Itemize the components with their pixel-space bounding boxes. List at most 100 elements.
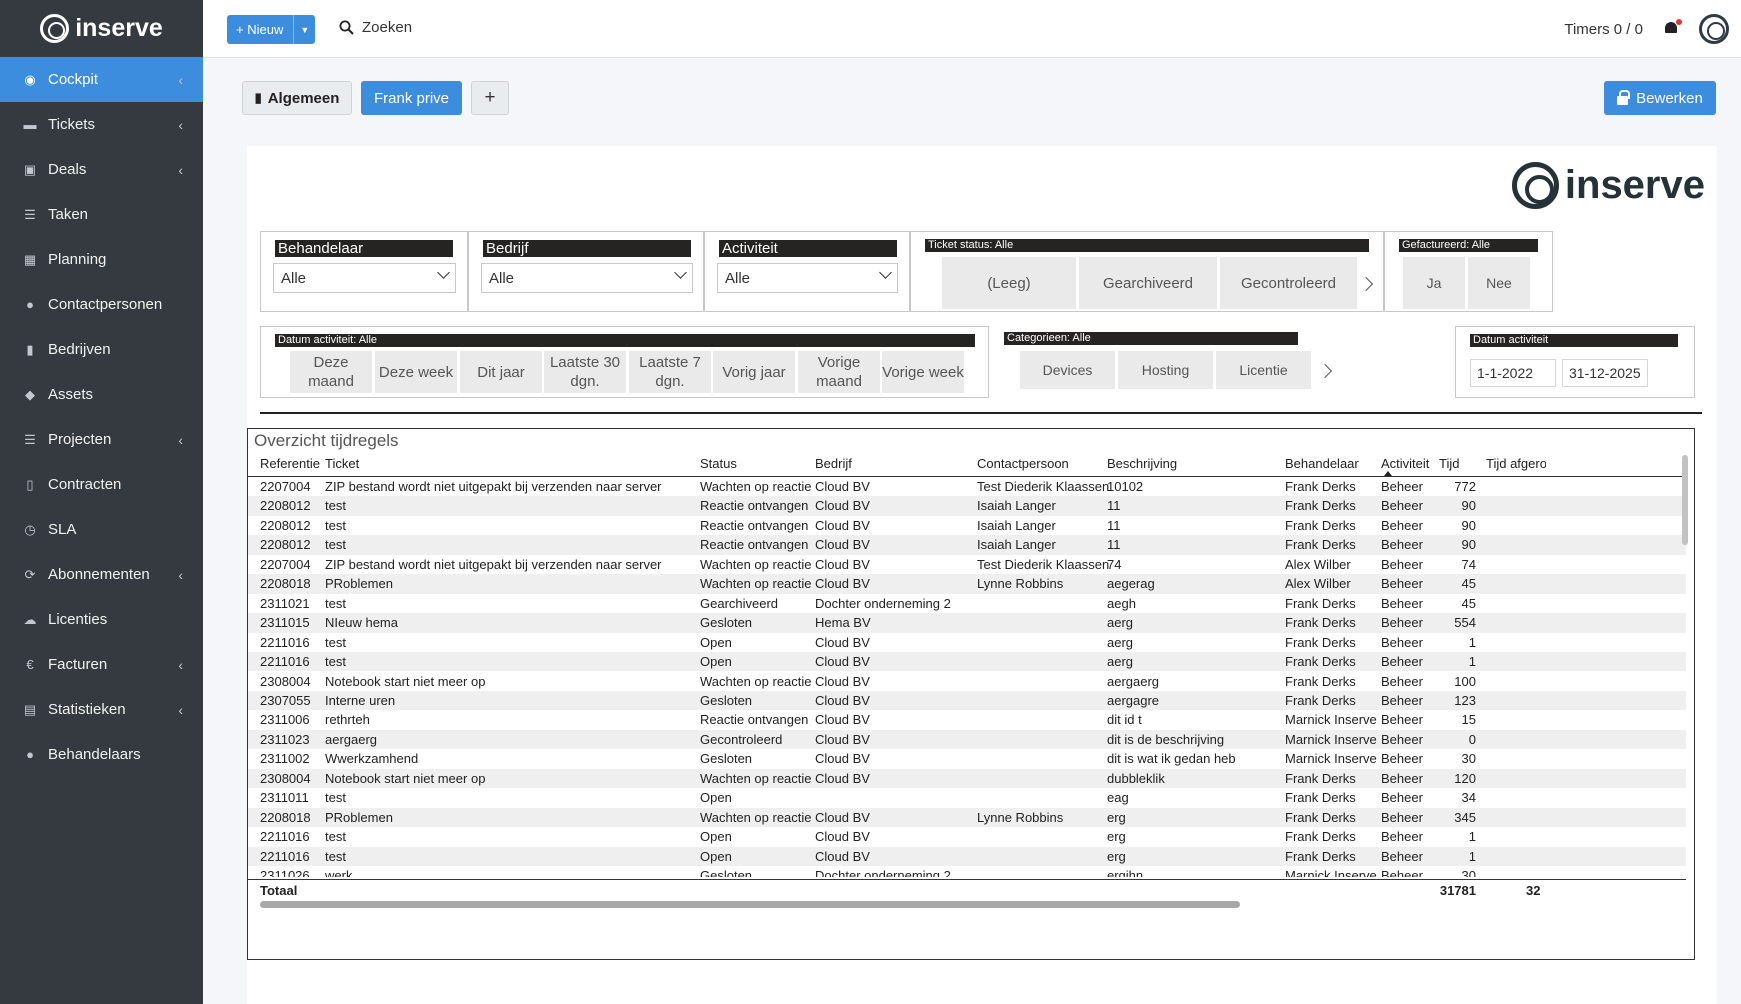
datum-range-option[interactable]: Dit jaar: [460, 351, 542, 393]
new-button[interactable]: + Nieuw ▼: [227, 15, 316, 44]
table-row[interactable]: 2207004 ZIP bestand wordt niet uitgepakt …: [248, 477, 1686, 496]
column-header[interactable]: Ticket: [325, 456, 359, 471]
sidebar-item-label[interactable]: Planning: [48, 251, 183, 268]
column-header[interactable]: Behandelaar: [1285, 456, 1359, 471]
chevron-left-icon[interactable]: ‹: [178, 657, 183, 673]
activiteit-dropdown-value[interactable]: Alle: [725, 270, 750, 287]
sidebar-item-label[interactable]: Statistieken: [48, 701, 178, 718]
column-header[interactable]: Status: [700, 456, 737, 471]
tab-algemeen[interactable]: ▮ Algemeen: [242, 81, 352, 115]
column-header[interactable]: Activiteit: [1381, 456, 1429, 471]
sidebar-item-label[interactable]: Cockpit: [48, 71, 178, 88]
ticket-status-gecontroleerd[interactable]: Gecontroleerd: [1220, 257, 1357, 309]
chevron-down-icon[interactable]: [437, 268, 449, 280]
table-row[interactable]: 2311011 test Open eag Frank Derks Beheer 34: [248, 788, 1686, 807]
table-row[interactable]: 2211016 test Open Cloud BV erg Frank Derks Beh…: [248, 846, 1686, 866]
table-row[interactable]: 2311023 aergaerg Gecontroleerd Cloud BV dit …: [248, 729, 1686, 750]
chevron-left-icon[interactable]: ‹: [178, 567, 183, 583]
sidebar-item-label[interactable]: Taken: [48, 206, 183, 223]
table-row[interactable]: 2208012 test Reactie ontvangen Cloud BV Isai…: [248, 535, 1686, 555]
sidebar-item-label[interactable]: Projecten: [48, 431, 178, 448]
search-label[interactable]: Zoeken: [362, 19, 412, 36]
datum-range-option[interactable]: Deze week: [375, 351, 457, 393]
datum-range-option[interactable]: Laatste 7 dgn.: [629, 351, 711, 393]
edit-button[interactable]: Bewerken: [1604, 81, 1716, 115]
brand-logo[interactable]: inserve: [0, 0, 203, 57]
sidebar-item-label[interactable]: Assets: [48, 386, 183, 403]
categorie-devices[interactable]: Devices: [1020, 351, 1115, 389]
date-from-input[interactable]: 1-1-2022: [1470, 359, 1556, 387]
sidebar-item-assets[interactable]: ◆ Assets: [0, 372, 203, 417]
timers-counter[interactable]: Timers 0 / 0: [1564, 21, 1643, 38]
chevron-down-icon[interactable]: [674, 268, 686, 280]
table-row[interactable]: 2211016 test Open Cloud BV aerg Frank Derks Be…: [248, 652, 1686, 672]
sidebar-item-cockpit[interactable]: ◉ Cockpit ‹: [0, 57, 203, 102]
sidebar-item-label[interactable]: Deals: [48, 161, 178, 178]
add-tab-button[interactable]: +: [471, 81, 509, 115]
datum-range-option[interactable]: Vorig jaar: [713, 351, 795, 393]
categorie-hosting[interactable]: Hosting: [1118, 351, 1213, 389]
sidebar-item-deals[interactable]: ▣ Deals ‹: [0, 147, 203, 192]
table-row[interactable]: 2311002 Wwerkzamhend Gesloten Cloud BV dit i…: [248, 749, 1686, 768]
table-header[interactable]: Referentie Ticket Status Bedrijf Contactpers…: [248, 451, 1686, 477]
chevron-down-icon[interactable]: [879, 268, 891, 280]
notification-bell-icon[interactable]: [1663, 19, 1682, 37]
column-header[interactable]: Tijd: [1439, 456, 1459, 471]
table-row[interactable]: 2211016 test Open Cloud BV erg Frank Derks Beh…: [248, 827, 1686, 846]
table-row[interactable]: 2208018 PRoblemen Wachten op reactie Cloud …: [248, 574, 1686, 594]
sidebar-item-behandelaars[interactable]: ● Behandelaars: [0, 732, 203, 777]
activiteit-dropdown[interactable]: Alle: [717, 263, 898, 293]
table-row[interactable]: 2208012 test Reactie ontvangen Cloud BV Isai…: [248, 496, 1686, 516]
chevron-right-icon[interactable]: [1320, 363, 1332, 379]
sidebar-item-label[interactable]: Behandelaars: [48, 746, 183, 763]
tijdregels-table[interactable]: Overzicht tijdregels Referentie Ticket Sta…: [247, 428, 1695, 960]
table-row[interactable]: 2311021 test Gearchiveerd Dochter ondernemi…: [248, 594, 1686, 613]
sidebar-item-planning[interactable]: ▦ Planning: [0, 237, 203, 282]
column-header[interactable]: Referentie: [260, 456, 320, 471]
column-header[interactable]: Bedrijf: [815, 456, 852, 471]
table-row[interactable]: 2311026 werk Gesloten Dochter onderneming 2…: [248, 866, 1686, 877]
table-row[interactable]: 2307055 Interne uren Gesloten Cloud BV aerga…: [248, 690, 1686, 711]
sidebar-item-label[interactable]: Contracten: [48, 476, 183, 493]
sidebar-item-licenties[interactable]: ☁ Licenties: [0, 597, 203, 642]
datum-range-option[interactable]: Vorige maand: [798, 351, 880, 393]
bedrijf-dropdown-value[interactable]: Alle: [489, 270, 514, 287]
chevron-left-icon[interactable]: ‹: [178, 117, 183, 133]
table-row[interactable]: 2311006 rethrteh Reactie ontvangen Cloud BV…: [248, 710, 1686, 729]
table-row[interactable]: 2211016 test Open Cloud BV aerg Frank Derks Be…: [248, 633, 1686, 652]
edit-button-label[interactable]: Bewerken: [1636, 90, 1703, 107]
sidebar-item-bedrijven[interactable]: ▮ Bedrijven: [0, 327, 203, 372]
vertical-scrollbar[interactable]: [1682, 455, 1688, 545]
ticket-status-leeg[interactable]: (Leeg): [942, 257, 1076, 309]
sort-ascending-icon[interactable]: [1384, 471, 1392, 476]
horizontal-scrollbar[interactable]: [260, 901, 1240, 908]
datum-range-option[interactable]: Vorige week: [882, 351, 964, 393]
sidebar-item-label[interactable]: SLA: [48, 521, 183, 538]
table-row[interactable]: 2311015 NIeuw hema Gesloten Hema BV aerg Fran…: [248, 613, 1686, 633]
gefactureerd-ja[interactable]: Ja: [1403, 257, 1465, 309]
bedrijf-dropdown[interactable]: Alle: [481, 263, 693, 293]
tab-algemeen-label[interactable]: Algemeen: [268, 90, 340, 107]
tab-frank-prive[interactable]: Frank prive: [361, 81, 462, 115]
table-row[interactable]: 2208012 test Reactie ontvangen Cloud BV Isai…: [248, 516, 1686, 535]
behandelaar-dropdown[interactable]: Alle: [273, 263, 456, 293]
column-header[interactable]: Beschrijving: [1107, 456, 1177, 471]
table-row[interactable]: 2207004 ZIP bestand wordt niet uitgepakt …: [248, 555, 1686, 574]
chevron-left-icon[interactable]: ‹: [178, 702, 183, 718]
chevron-left-icon[interactable]: ‹: [178, 162, 183, 178]
table-row[interactable]: 2308004 Notebook start niet meer op Wachte…: [248, 672, 1686, 691]
sidebar-item-contracten[interactable]: ▯ Contracten: [0, 462, 203, 507]
datum-range-option[interactable]: Laatste 30 dgn.: [544, 351, 626, 393]
sidebar-item-label[interactable]: Facturen: [48, 656, 178, 673]
sidebar-item-label[interactable]: Bedrijven: [48, 341, 183, 358]
sidebar-item-contactpersonen[interactable]: ● Contactpersonen: [0, 282, 203, 327]
sidebar-item-abonnementen[interactable]: ⟳ Abonnementen ‹: [0, 552, 203, 597]
sidebar-item-label[interactable]: Tickets: [48, 116, 178, 133]
sidebar-item-statistieken[interactable]: ▤ Statistieken ‹: [0, 687, 203, 732]
sidebar-item-tickets[interactable]: ▬ Tickets ‹: [0, 102, 203, 147]
sidebar-item-label[interactable]: Abonnementen: [48, 566, 178, 583]
chevron-left-icon[interactable]: ‹: [178, 72, 183, 88]
sidebar-item-label[interactable]: Contactpersonen: [48, 296, 183, 313]
search-button[interactable]: Zoeken: [339, 19, 412, 36]
sidebar-item-sla[interactable]: ◷ SLA: [0, 507, 203, 552]
